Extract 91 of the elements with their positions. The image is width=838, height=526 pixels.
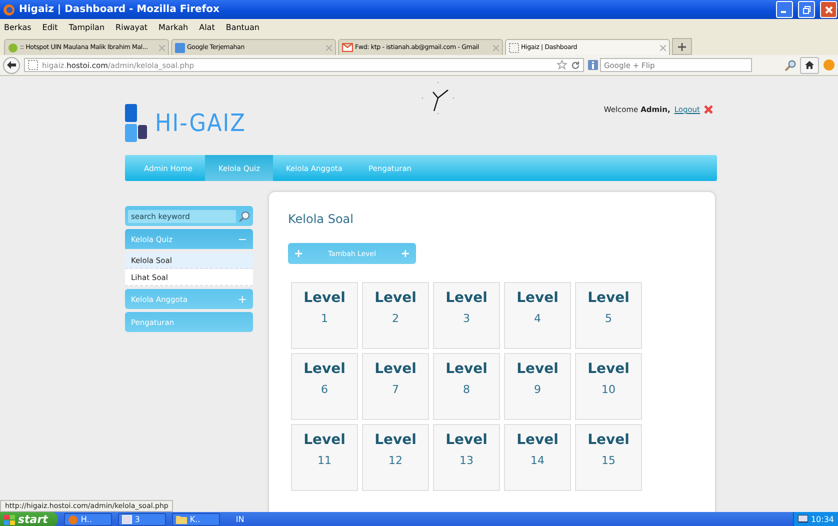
menu-item[interactable]: Bantuan [226, 23, 260, 32]
taskbar-item[interactable]: K.. [172, 513, 220, 526]
level-number: 10 [602, 383, 616, 396]
level-label: Level [446, 432, 488, 448]
level-number: 11 [318, 454, 332, 467]
restore-button[interactable] [798, 1, 815, 18]
level-number: 3 [463, 312, 470, 325]
back-button[interactable] [3, 56, 20, 74]
level-number: 1 [321, 312, 328, 325]
close-icon[interactable] [660, 44, 666, 50]
reload-icon[interactable] [571, 60, 580, 70]
logo-icon [125, 104, 147, 142]
translate-icon [175, 42, 185, 52]
level-tile[interactable]: Level 14 [504, 424, 571, 491]
arrow-icon [7, 61, 16, 69]
level-label: Level [516, 290, 558, 306]
level-label: Level [588, 432, 630, 448]
home-button[interactable] [800, 56, 819, 74]
menu-item[interactable]: Edit [42, 23, 58, 32]
window-icon [122, 515, 132, 524]
clock-drawing [420, 81, 455, 115]
page-icon [28, 60, 38, 70]
level-tile[interactable]: Level 11 [291, 424, 358, 491]
network-icon[interactable] [798, 515, 808, 524]
menu-item[interactable]: Alat [199, 23, 215, 32]
level-tile[interactable]: Level 4 [504, 282, 571, 349]
level-tile[interactable]: Level 6 [291, 353, 358, 420]
folder-icon [176, 515, 187, 524]
restore-icon [802, 6, 810, 14]
level-label: Level [304, 290, 346, 306]
search-icon[interactable] [785, 60, 796, 70]
level-number: 2 [392, 312, 399, 325]
level-tile[interactable]: Level 2 [362, 282, 429, 349]
globe-icon [8, 42, 18, 52]
level-tile[interactable]: Level 10 [575, 353, 642, 420]
level-number: 4 [534, 312, 541, 325]
home-icon [805, 61, 814, 69]
menu-item[interactable]: Berkas [4, 23, 32, 32]
level-label: Level [516, 432, 558, 448]
firefox-icon [68, 514, 78, 524]
level-number: 7 [392, 383, 399, 396]
level-tile[interactable]: Level 15 [575, 424, 642, 491]
info-icon[interactable] [588, 60, 598, 70]
level-label: Level [374, 432, 416, 448]
new-tab-button[interactable] [672, 38, 692, 55]
level-label: Level [446, 361, 488, 377]
level-tile[interactable]: Level 8 [433, 353, 500, 420]
firefox-icon [3, 4, 15, 16]
level-label: Level [446, 290, 488, 306]
level-label: Level [588, 361, 630, 377]
close-icon[interactable] [704, 105, 713, 114]
menu-item[interactable]: Tampilan [68, 23, 105, 32]
level-label: Level [374, 361, 416, 377]
level-number: 15 [602, 454, 616, 467]
search-icon[interactable] [239, 210, 250, 222]
level-label: Level [304, 361, 346, 377]
window-title: Higaiz | Dashboard - Mozilla Firefox [19, 4, 220, 15]
menu-item[interactable]: Riwayat [116, 23, 148, 32]
minimize-button[interactable] [776, 1, 793, 18]
logo-text: HI-GAIZ [155, 109, 246, 137]
page-title: Kelola Soal [288, 212, 354, 226]
level-number: 14 [530, 454, 544, 467]
level-label: Level [374, 290, 416, 306]
language-indicator[interactable]: IN [236, 515, 244, 524]
level-tile[interactable]: Level 13 [433, 424, 500, 491]
level-tile[interactable]: Level 5 [575, 282, 642, 349]
close-icon [824, 6, 832, 14]
level-number: 8 [463, 383, 470, 396]
level-tile[interactable]: Level 7 [362, 353, 429, 420]
clock-text: 10:34 [810, 515, 834, 524]
mail-icon [342, 43, 353, 52]
level-tile[interactable]: Level 9 [504, 353, 571, 420]
level-number: 12 [388, 454, 402, 467]
taskbar-item[interactable]: H.. [64, 513, 112, 526]
level-number: 13 [460, 454, 474, 467]
level-tile[interactable]: Level 3 [433, 282, 500, 349]
plus-icon [678, 42, 686, 50]
taskbar-item[interactable]: 3 [118, 513, 166, 526]
level-label: Level [516, 361, 558, 377]
star-icon[interactable] [557, 60, 567, 70]
page-icon [509, 42, 519, 52]
level-number: 6 [321, 383, 328, 396]
level-number: 5 [605, 312, 612, 325]
close-button[interactable] [820, 1, 837, 18]
level-number: 9 [534, 383, 541, 396]
level-tile[interactable]: Level 1 [291, 282, 358, 349]
level-label: Level [304, 432, 346, 448]
menu-item[interactable]: Markah [158, 23, 188, 32]
level-tile[interactable]: Level 12 [362, 424, 429, 491]
windows-logo-icon [4, 514, 15, 524]
level-label: Level [588, 290, 630, 306]
